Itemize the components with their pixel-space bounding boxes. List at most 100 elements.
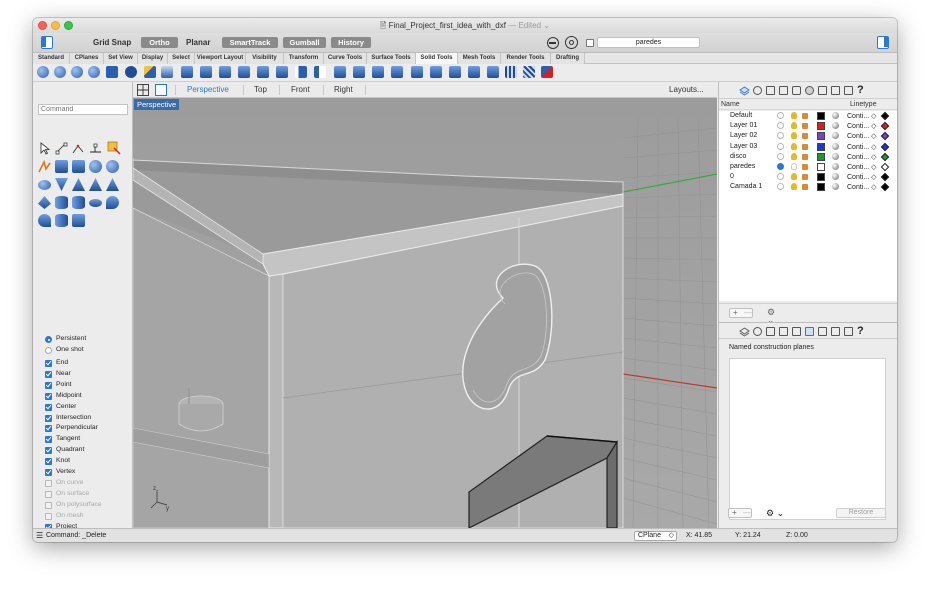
history-toggle[interactable]: History [331, 37, 371, 48]
linetype-select[interactable]: Conti... ◇ [847, 163, 877, 171]
checkbox-icon[interactable] [45, 381, 52, 389]
linetype-select[interactable]: Conti... ◇ [847, 122, 877, 130]
layer-name[interactable]: Default [730, 112, 752, 119]
camera-icon[interactable] [792, 86, 801, 95]
boolean-two-objects-icon[interactable] [106, 66, 118, 78]
layer-color-swatch[interactable] [817, 183, 825, 192]
array-hole-icon[interactable] [314, 66, 326, 78]
layer-name[interactable]: Layer 01 [730, 122, 757, 129]
lightbulb-icon[interactable] [791, 163, 797, 170]
point-icon[interactable] [55, 142, 68, 155]
tab-standard[interactable]: Standard [33, 53, 70, 64]
chamfer-edge-icon[interactable] [430, 66, 442, 78]
linetype-column-header[interactable]: Linetype [850, 101, 876, 108]
layer-name[interactable]: Layer 03 [730, 143, 757, 150]
extract-surface-icon[interactable] [144, 66, 156, 78]
checkbox-icon[interactable] [45, 414, 52, 422]
viewport-properties-icon[interactable] [844, 86, 853, 95]
material-icon[interactable] [832, 152, 839, 160]
box-icon[interactable] [55, 160, 68, 173]
layer-name[interactable]: paredes [730, 163, 755, 170]
command-input[interactable] [38, 104, 128, 115]
cone-icon[interactable] [55, 178, 68, 191]
checkbox-icon[interactable] [45, 469, 52, 476]
smarttrack-toggle[interactable]: SmartTrack [222, 37, 278, 48]
boolean-union-icon[interactable] [37, 66, 49, 78]
extrude-icon[interactable] [72, 160, 85, 173]
split-face-icon[interactable] [238, 66, 250, 78]
print-color-diamond-icon[interactable] [880, 172, 890, 182]
lightbulb-icon[interactable] [791, 122, 797, 130]
print-color-diamond-icon[interactable] [880, 162, 890, 172]
layer-row[interactable]: Layer 01 Conti... ◇ [719, 121, 897, 131]
help-icon[interactable]: ? [857, 325, 864, 337]
layer-row[interactable]: paredes Conti... ◇ [719, 162, 897, 172]
checkbox-icon[interactable] [45, 458, 52, 466]
tab-top[interactable]: Top [254, 85, 267, 94]
print-color-diamond-icon[interactable] [880, 142, 890, 151]
named-cplanes-list[interactable] [729, 358, 886, 520]
lightbulb-icon[interactable] [791, 152, 797, 160]
cylinder-icon[interactable] [55, 196, 68, 209]
layer-name[interactable]: disco [730, 153, 746, 160]
layer-name[interactable]: Layer 02 [730, 132, 757, 139]
tab-transform[interactable]: Transform [284, 53, 324, 64]
boolean-split-icon[interactable] [88, 66, 100, 78]
layer-color-swatch[interactable] [817, 152, 825, 161]
wire-cut-icon[interactable] [487, 66, 499, 78]
current-layer-radio[interactable] [777, 152, 784, 160]
layer-color-swatch[interactable] [817, 142, 825, 151]
boolean-difference-icon[interactable] [54, 66, 66, 78]
create-solid-icon[interactable] [125, 66, 137, 78]
checkbox-icon[interactable] [45, 360, 52, 367]
ortho-toggle[interactable]: Ortho [141, 37, 178, 48]
linetype-select[interactable]: Conti... ◇ [847, 173, 877, 181]
lock-icon[interactable] [802, 113, 808, 119]
move-hole-icon[interactable] [295, 66, 307, 78]
current-layer-radio[interactable] [777, 122, 784, 130]
tab-render-tools[interactable]: Render Tools [501, 53, 551, 64]
cplane-select[interactable]: CPlane ◇ [634, 531, 677, 541]
layer-visibility-checkbox[interactable] [586, 39, 594, 47]
fold-face-icon[interactable] [257, 66, 269, 78]
tab-curve-tools[interactable]: Curve Tools [324, 53, 367, 64]
tab-mesh-tools[interactable]: Mesh Tools [458, 53, 501, 64]
sphere-icon[interactable] [89, 160, 102, 173]
checkbox-icon[interactable] [45, 392, 52, 400]
move-face-icon[interactable] [200, 66, 212, 78]
lock-icon[interactable] [802, 153, 808, 160]
material-icon[interactable] [832, 142, 839, 150]
properties-icon[interactable] [753, 327, 762, 336]
viewport-properties-icon[interactable] [844, 327, 853, 336]
name-column-header[interactable]: Name [721, 101, 740, 108]
layer-color-swatch[interactable] [817, 163, 825, 171]
layer-row[interactable]: Camada 1 Conti... ◇ [719, 182, 897, 192]
tab-front[interactable]: Front [291, 85, 310, 94]
notes-icon[interactable] [818, 86, 827, 95]
properties-icon[interactable] [753, 86, 762, 95]
slab-icon[interactable] [72, 214, 85, 227]
notes-icon[interactable] [818, 327, 827, 336]
make-hole-icon[interactable] [353, 66, 365, 78]
four-viewports-icon[interactable] [137, 84, 149, 96]
tab-select[interactable]: Select [168, 53, 195, 64]
layer-state-icon[interactable] [547, 37, 559, 49]
boolean-intersection-icon[interactable] [71, 66, 83, 78]
layer-row[interactable]: Layer 03 Conti... ◇ [719, 142, 897, 152]
current-layer-radio[interactable] [777, 142, 784, 150]
layer-row[interactable]: 0 Conti... ◇ [719, 172, 897, 182]
lightbulb-icon[interactable] [791, 183, 797, 191]
command-history-icon[interactable]: ☰ [36, 531, 43, 540]
revolve-icon[interactable] [38, 214, 51, 227]
tab-drafting[interactable]: Drafting [551, 53, 585, 64]
pyramid-icon[interactable] [72, 178, 85, 191]
lock-icon[interactable] [802, 174, 808, 181]
add-remove-cplane-buttons[interactable]: + — [728, 508, 752, 518]
viewport-label[interactable]: Perspective [134, 99, 180, 110]
lock-icon[interactable] [802, 123, 808, 130]
toggle-left-sidebar-icon[interactable] [41, 36, 53, 49]
checkbox-icon[interactable] [45, 512, 52, 520]
mesh-boolean-icon[interactable] [523, 66, 535, 78]
lightbulb-icon[interactable] [791, 173, 797, 181]
place-hole-icon[interactable] [372, 66, 384, 78]
